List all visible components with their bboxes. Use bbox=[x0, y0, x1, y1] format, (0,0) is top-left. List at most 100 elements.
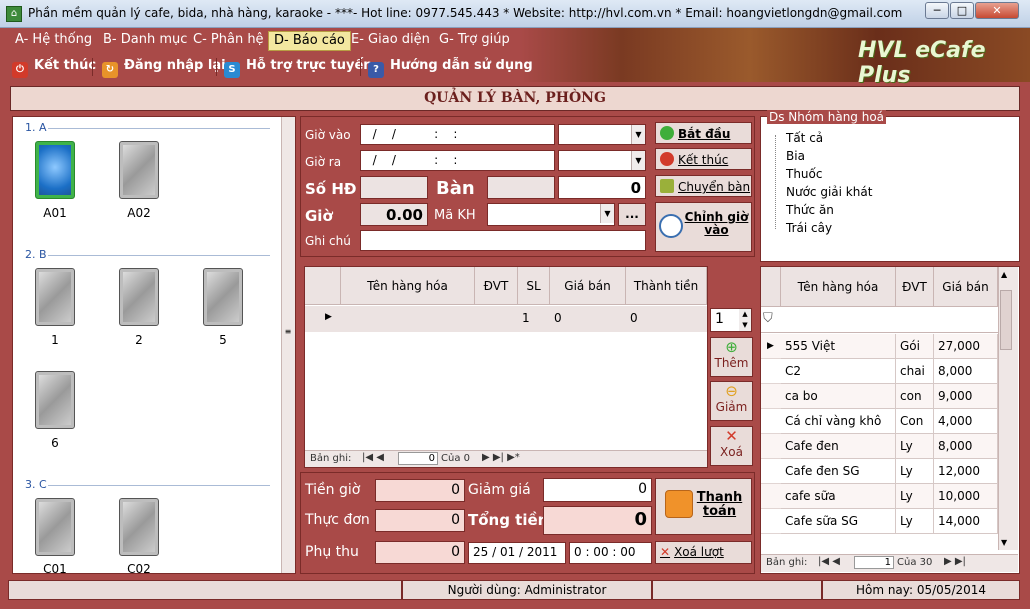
products-col-price[interactable]: Giá bán bbox=[934, 267, 998, 307]
menu-phan-he[interactable]: C- Phân hệ bbox=[188, 31, 269, 51]
product-unit: Ly bbox=[896, 484, 934, 509]
start-button[interactable]: Bắt đầu bbox=[655, 122, 752, 144]
thuc-don-label: Thực đơn bbox=[305, 512, 370, 528]
gio-vao-input[interactable]: / / : : bbox=[360, 124, 555, 145]
tree-item-food[interactable]: Thức ăn bbox=[786, 203, 834, 217]
giam-gia-label: Giảm giá bbox=[468, 482, 531, 498]
end-button[interactable]: Kết thúc bbox=[655, 148, 752, 170]
products-nav-of: Của 30 bbox=[897, 557, 933, 568]
chevron-down-icon: ▼ bbox=[631, 125, 645, 144]
products-grid-corner bbox=[761, 267, 781, 307]
customer-lookup-button[interactable]: ... bbox=[618, 203, 646, 226]
time-input[interactable]: 0 : 00 : 00 bbox=[569, 542, 652, 564]
tree-item-fruit[interactable]: Trái cây bbox=[786, 221, 832, 235]
products-col-unit[interactable]: ĐVT bbox=[896, 267, 934, 307]
clear-button[interactable]: ✕ Xoá lượt bbox=[655, 541, 752, 564]
product-unit: con bbox=[896, 384, 934, 409]
product-unit: Ly bbox=[896, 509, 934, 534]
order-col-name[interactable]: Tên hàng hóa bbox=[341, 267, 475, 305]
scroll-down-icon[interactable]: ▼ bbox=[1001, 538, 1007, 547]
phu-thu-input[interactable]: 0 bbox=[375, 541, 465, 564]
stepper-arrows-icon[interactable]: ▲ ▼ bbox=[739, 309, 751, 331]
menu-giao-dien[interactable]: E- Giao diện bbox=[346, 31, 435, 51]
table-a02-icon[interactable] bbox=[119, 141, 159, 199]
table-2-icon[interactable] bbox=[119, 268, 159, 326]
order-grid-corner bbox=[305, 267, 341, 305]
tong-tien-value: 0 bbox=[543, 506, 652, 535]
group-title-a: 1. A bbox=[25, 121, 47, 134]
toolbar-exit-label: Kết thúc bbox=[34, 58, 97, 73]
table-5-icon[interactable] bbox=[203, 268, 243, 326]
chevron-down-icon: ▼ bbox=[631, 151, 645, 170]
menu-he-thong[interactable]: A- Hệ thống bbox=[10, 31, 97, 51]
gio-ra-input[interactable]: / / : : bbox=[360, 150, 555, 171]
gio-vao-label: Giờ vào bbox=[305, 128, 351, 142]
maximize-button[interactable]: □ bbox=[950, 2, 974, 19]
close-button[interactable]: ✕ bbox=[975, 2, 1019, 19]
so-hd-input[interactable] bbox=[360, 176, 428, 199]
product-price: 9,000 bbox=[934, 384, 998, 409]
tien-gio-label: Tiền giờ bbox=[305, 482, 361, 498]
nav-first-prev-icon[interactable]: |◀ ◀ bbox=[362, 452, 384, 463]
nav-next-last-icon[interactable]: ▶ ▶| ▶* bbox=[482, 452, 520, 463]
delete-item-button[interactable]: ✕ Xoá bbox=[710, 426, 753, 466]
table-1-label: 1 bbox=[51, 333, 59, 347]
product-unit: Ly bbox=[896, 459, 934, 484]
tree-item-beer[interactable]: Bia bbox=[786, 149, 805, 163]
menu-danh-muc[interactable]: B- Danh mục bbox=[98, 31, 192, 51]
table-5-label: 5 bbox=[219, 333, 227, 347]
tree-line bbox=[775, 135, 776, 229]
nav-first-prev-icon[interactable]: |◀ ◀ bbox=[818, 556, 840, 567]
tree-item-tobacco[interactable]: Thuốc bbox=[786, 167, 822, 181]
gio-ra-dropdown[interactable]: ▼ bbox=[558, 150, 646, 171]
product-price: 14,000 bbox=[934, 509, 998, 534]
menu-bao-cao[interactable]: D- Báo cáo bbox=[268, 31, 351, 51]
toolbar-separator bbox=[360, 58, 361, 76]
power-icon: ⏻ bbox=[12, 62, 28, 78]
toolbar-support-button[interactable]: S Hỗ trợ trực tuyến bbox=[220, 55, 377, 79]
tables-scrollbar[interactable] bbox=[281, 117, 295, 573]
order-nav-page[interactable]: 0 bbox=[398, 452, 438, 465]
toolbar-support-label: Hỗ trợ trực tuyến bbox=[246, 58, 373, 73]
ghi-chu-input[interactable] bbox=[360, 230, 646, 251]
scroll-thumb[interactable] bbox=[1000, 290, 1012, 350]
products-filter-row[interactable] bbox=[761, 308, 998, 333]
end-button-label: Kết thúc bbox=[678, 153, 729, 167]
toolbar-relogin-button[interactable]: ↻ Đăng nhập lại bbox=[98, 55, 230, 79]
order-col-unit[interactable]: ĐVT bbox=[475, 267, 518, 305]
ma-kh-dropdown[interactable]: ▼ bbox=[487, 203, 615, 226]
date-input[interactable]: 25 / 01 / 2011 bbox=[468, 542, 566, 564]
gio-value: 0.00 bbox=[360, 203, 428, 226]
scroll-up-icon[interactable]: ▲ bbox=[1001, 270, 1007, 279]
toolbar-help-button[interactable]: ? Hướng dẫn sử dụng bbox=[364, 55, 537, 79]
order-col-price[interactable]: Giá bán bbox=[550, 267, 626, 305]
tree-item-all[interactable]: Tất cả bbox=[786, 131, 823, 145]
chevron-down-icon: ▼ bbox=[600, 204, 614, 223]
table-1-icon[interactable] bbox=[35, 268, 75, 326]
product-unit: Con bbox=[896, 409, 934, 434]
decrease-item-label: Giảm bbox=[715, 400, 748, 414]
toolbar-exit-button[interactable]: ⏻ Kết thúc bbox=[8, 55, 100, 79]
nav-next-last-icon[interactable]: ▶ ▶| bbox=[944, 556, 966, 567]
order-col-total[interactable]: Thành tiền bbox=[626, 267, 707, 305]
order-col-qty[interactable]: SL bbox=[518, 267, 550, 305]
product-price: 4,000 bbox=[934, 409, 998, 434]
giam-gia-input[interactable]: 0 bbox=[543, 478, 652, 502]
table-a01-icon[interactable] bbox=[35, 141, 75, 199]
products-nav-page[interactable]: 1 bbox=[854, 556, 894, 569]
minimize-button[interactable]: ─ bbox=[925, 2, 949, 19]
add-item-button[interactable]: ⊕ Thêm bbox=[710, 337, 753, 377]
gio-vao-dropdown[interactable]: ▼ bbox=[558, 124, 646, 145]
decrease-item-button[interactable]: ⊖ Giảm bbox=[710, 381, 753, 421]
menu-tro-giup[interactable]: G- Trợ giúp bbox=[434, 31, 515, 51]
status-user: Người dùng: Administrator bbox=[402, 580, 652, 600]
move-table-button[interactable]: Chuyển bàn bbox=[655, 175, 752, 197]
table-c02-icon[interactable] bbox=[119, 498, 159, 556]
table-6-icon[interactable] bbox=[35, 371, 75, 429]
table-c01-icon[interactable] bbox=[35, 498, 75, 556]
move-icon bbox=[660, 179, 674, 193]
ban-input[interactable] bbox=[487, 176, 555, 199]
table-6-label: 6 bbox=[51, 436, 59, 450]
products-col-name[interactable]: Tên hàng hóa bbox=[781, 267, 896, 307]
tree-item-drinks[interactable]: Nước giải khát bbox=[786, 185, 872, 199]
